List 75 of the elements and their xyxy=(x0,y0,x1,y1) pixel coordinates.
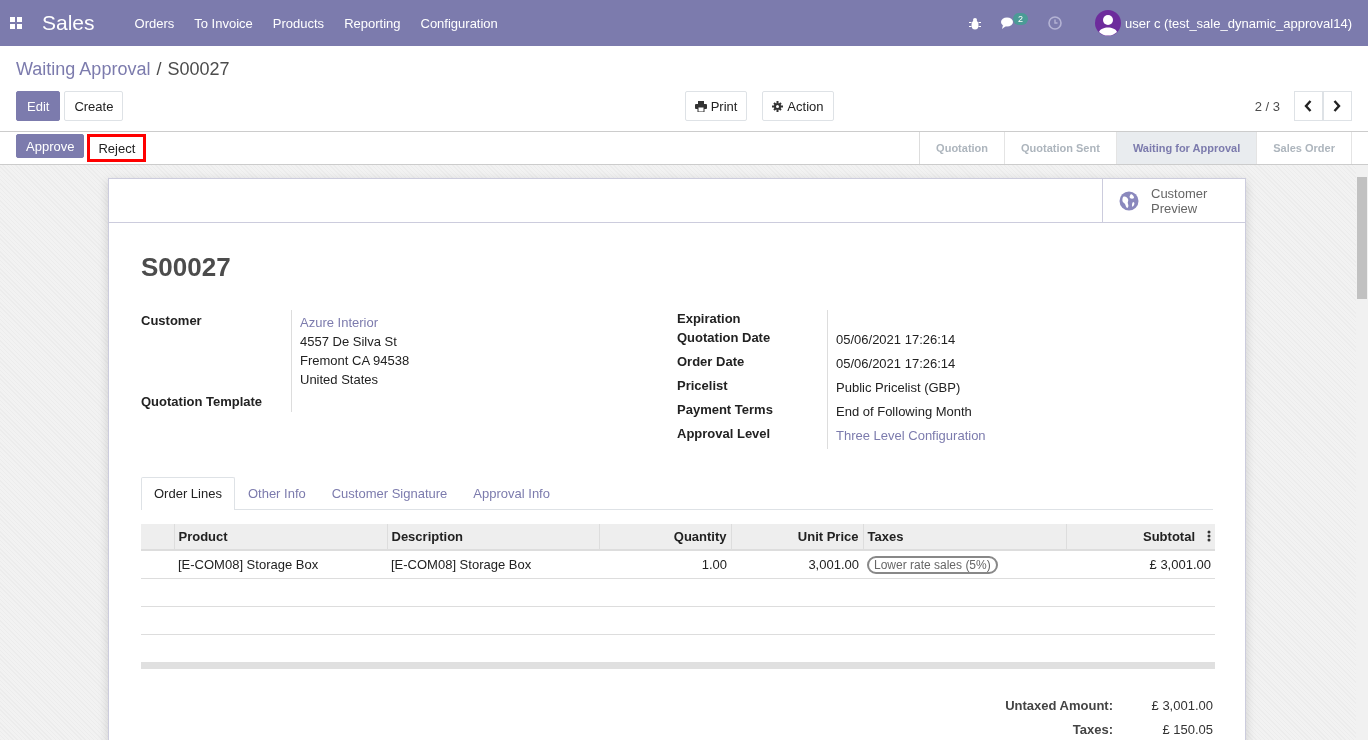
record-title: S00027 xyxy=(141,252,232,283)
total-value: £ 3,001.00 xyxy=(1150,698,1213,713)
status-stage[interactable]: Quotation Sent xyxy=(1005,132,1117,164)
field-value: 4557 De Silva St xyxy=(300,333,398,351)
scrollbar[interactable] xyxy=(1356,165,1368,740)
notebook-tab[interactable]: Other Info xyxy=(234,477,319,509)
table-cell: 1.00 xyxy=(599,550,731,579)
field-link[interactable]: Three Level Configuration xyxy=(836,426,1213,445)
field-label: Order Date xyxy=(677,353,828,377)
action-button[interactable]: Action xyxy=(762,91,834,121)
column-header: Subtotal xyxy=(1066,524,1215,550)
field-label: Pricelist xyxy=(677,377,828,401)
field-label: Quotation Template xyxy=(141,391,292,412)
breadcrumb-current: S00027 xyxy=(167,59,230,81)
field-value: United States xyxy=(300,371,380,389)
menu-item[interactable]: Orders xyxy=(134,15,175,31)
avatar-icon xyxy=(1095,10,1122,36)
field-label: Payment Terms xyxy=(677,401,828,425)
total-label: Untaxed Amount: xyxy=(1005,698,1113,713)
edit-button[interactable]: Edit xyxy=(16,91,61,121)
table-cell: [E-COM08] Storage Box xyxy=(174,550,387,579)
field-value: Fremont CA 94538 xyxy=(300,352,411,370)
notebook-tab[interactable]: Order Lines xyxy=(141,477,235,510)
printer-icon xyxy=(694,100,707,112)
clock-icon xyxy=(1048,16,1063,30)
field-label: Customer xyxy=(141,310,292,391)
globe-icon xyxy=(1119,190,1139,211)
status-stage[interactable]: Waiting for Approval xyxy=(1116,132,1258,164)
column-header: Product xyxy=(174,524,387,550)
pager-counter: 2 / 3 xyxy=(1254,98,1280,114)
field-value: 05/06/2021 17:26:14 xyxy=(836,331,957,349)
status-stage[interactable]: Quotation xyxy=(920,132,1006,164)
menu-item[interactable]: To Invoice xyxy=(194,15,253,31)
menu-item[interactable]: Configuration xyxy=(420,15,498,31)
field-label: Expiration xyxy=(677,310,828,329)
user-name[interactable]: user c (test_sale_dynamic_approval14) xyxy=(1125,15,1352,31)
column-header: Unit Price xyxy=(731,524,863,550)
customer-preview-button[interactable]: Customer Preview xyxy=(1102,179,1245,222)
gear-icon xyxy=(772,100,784,112)
notebook-tab[interactable]: Approval Info xyxy=(460,477,563,509)
table-cell: [E-COM08] Storage Box xyxy=(387,550,599,579)
bug-icon xyxy=(969,16,982,30)
next-button[interactable] xyxy=(1323,91,1352,121)
app-title[interactable]: Sales xyxy=(42,11,95,35)
field-link[interactable]: Azure Interior xyxy=(300,313,669,332)
column-header: Quantity xyxy=(599,524,731,550)
create-button[interactable]: Create xyxy=(64,91,124,121)
status-stage[interactable]: Sales Order xyxy=(1257,132,1352,164)
total-label: Taxes: xyxy=(1071,722,1113,737)
field-label: Approval Level xyxy=(677,425,828,449)
table-cell: £ 3,001.00 xyxy=(1066,550,1215,579)
field-value: 05/06/2021 17:26:14 xyxy=(836,355,957,373)
tax-tag: Lower rate sales (5%) xyxy=(867,556,998,574)
notebook-tab[interactable]: Customer Signature xyxy=(318,477,461,509)
notification-count: 2 xyxy=(1013,13,1029,25)
column-header: Description xyxy=(387,524,599,550)
menu-item[interactable]: Products xyxy=(272,15,325,31)
print-button[interactable]: Print xyxy=(684,91,748,121)
apps-menu-icon xyxy=(10,17,22,29)
approve-button[interactable]: Approve xyxy=(16,134,85,158)
table-cell: 3,001.00 xyxy=(731,550,863,579)
field-value: Public Pricelist (GBP) xyxy=(836,379,962,397)
previous-button[interactable] xyxy=(1294,91,1323,121)
total-value: £ 150.05 xyxy=(1161,722,1213,737)
field-label: Quotation Date xyxy=(677,329,828,353)
kebab-menu-icon xyxy=(1207,530,1211,542)
menu-item[interactable]: Reporting xyxy=(344,15,401,31)
column-header xyxy=(141,524,174,550)
breadcrumb-separator: / xyxy=(156,59,162,81)
field-value: End of Following Month xyxy=(836,403,973,421)
chevron-left-icon xyxy=(1304,100,1313,112)
breadcrumb-link[interactable]: Waiting Approval xyxy=(16,59,151,91)
column-header: Taxes xyxy=(863,524,1066,550)
reject-button[interactable]: Reject xyxy=(87,134,147,162)
chevron-right-icon xyxy=(1333,100,1342,112)
